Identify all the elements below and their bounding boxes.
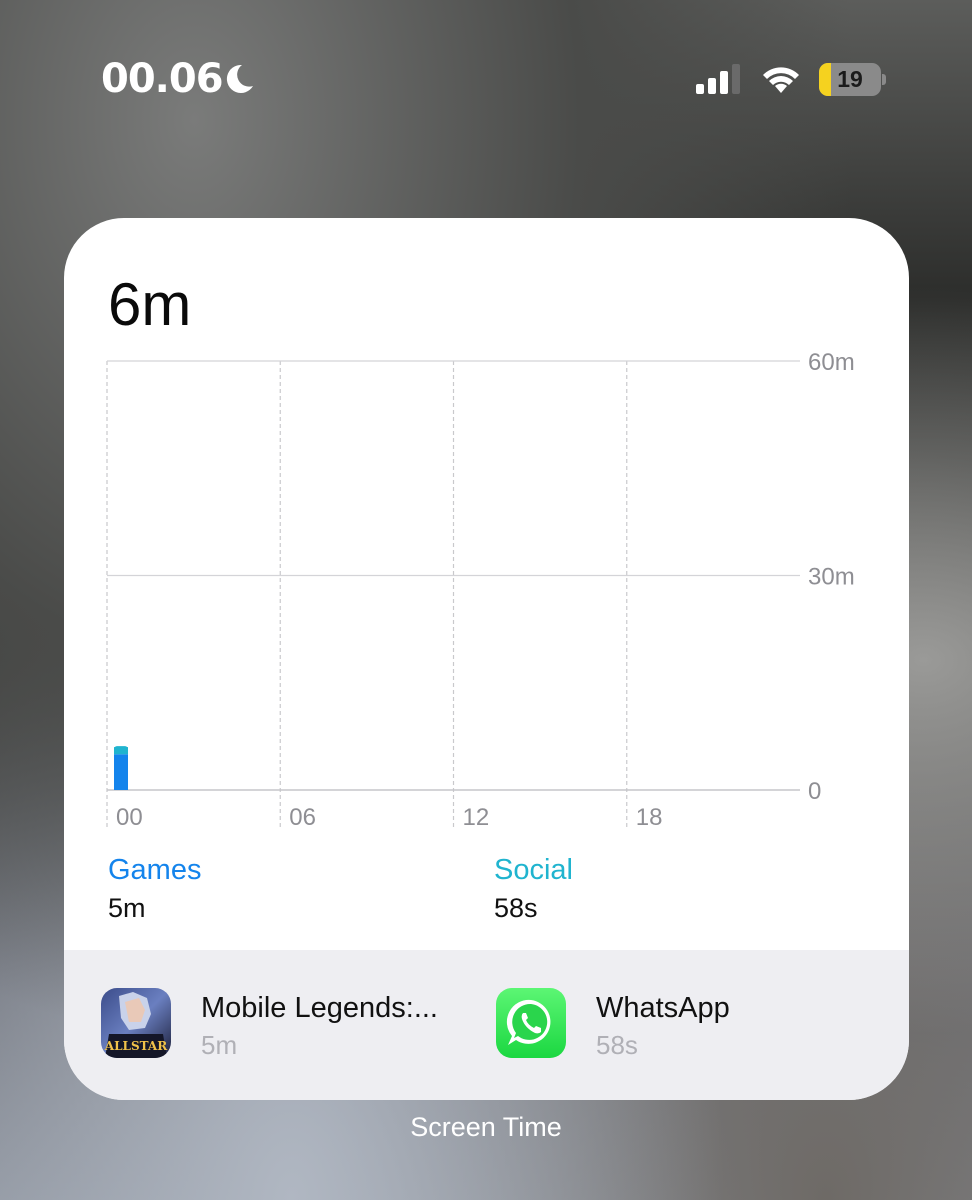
- x-tick-label: 12: [463, 804, 490, 831]
- widget-name: Screen Time: [410, 1112, 562, 1142]
- app-usage-time: 5m: [201, 1030, 238, 1060]
- usage-bar-cap: [114, 746, 128, 753]
- moon-icon: [226, 64, 253, 93]
- x-tick-label: 18: [636, 804, 663, 831]
- app-mobile-legends[interactable]: ALLSTAR Mobile Legends:... 5m: [101, 988, 481, 1062]
- app-usage-time: 58s: [596, 1030, 638, 1060]
- category-games-label: Games: [108, 854, 202, 886]
- y-tick-label: 0: [808, 778, 821, 805]
- screen-time-widget[interactable]: 6m 60m 30m 0 00 06 12 18 Games 5m Social 58s: [64, 218, 909, 1100]
- app-name: Mobile Legends:...: [201, 992, 438, 1024]
- x-tick-label: 06: [289, 804, 316, 831]
- category-social-label: Social: [494, 854, 573, 886]
- category-games-value: 5m: [108, 893, 146, 923]
- category-social: Social 58s: [494, 854, 573, 924]
- y-tick-label: 60m: [808, 349, 855, 376]
- usage-bar-segment-games: [114, 754, 128, 790]
- battery-level: 19: [837, 66, 863, 92]
- wifi-icon: [763, 67, 799, 93]
- top-apps-row: ALLSTAR Mobile Legends:... 5m WhatsApp 5…: [64, 950, 909, 1100]
- svg-text:ALLSTAR: ALLSTAR: [104, 1039, 168, 1053]
- whatsapp-app-icon: [496, 988, 566, 1058]
- battery-icon: 19: [819, 63, 887, 96]
- mobile-legends-app-icon: ALLSTAR: [101, 988, 171, 1058]
- category-social-value: 58s: [494, 893, 538, 923]
- category-games: Games 5m: [108, 854, 201, 924]
- y-tick-label: 30m: [808, 564, 855, 591]
- app-name: WhatsApp: [596, 992, 730, 1024]
- cellular-signal-icon: [696, 64, 740, 94]
- x-tick-label: 00: [116, 804, 143, 831]
- status-time: 00.06: [101, 56, 224, 102]
- hourly-usage-chart: 60m30m000 06 12 18: [106, 349, 855, 831]
- status-bar: 00.06 19: [0, 0, 972, 160]
- app-whatsapp[interactable]: WhatsApp 58s: [496, 988, 856, 1062]
